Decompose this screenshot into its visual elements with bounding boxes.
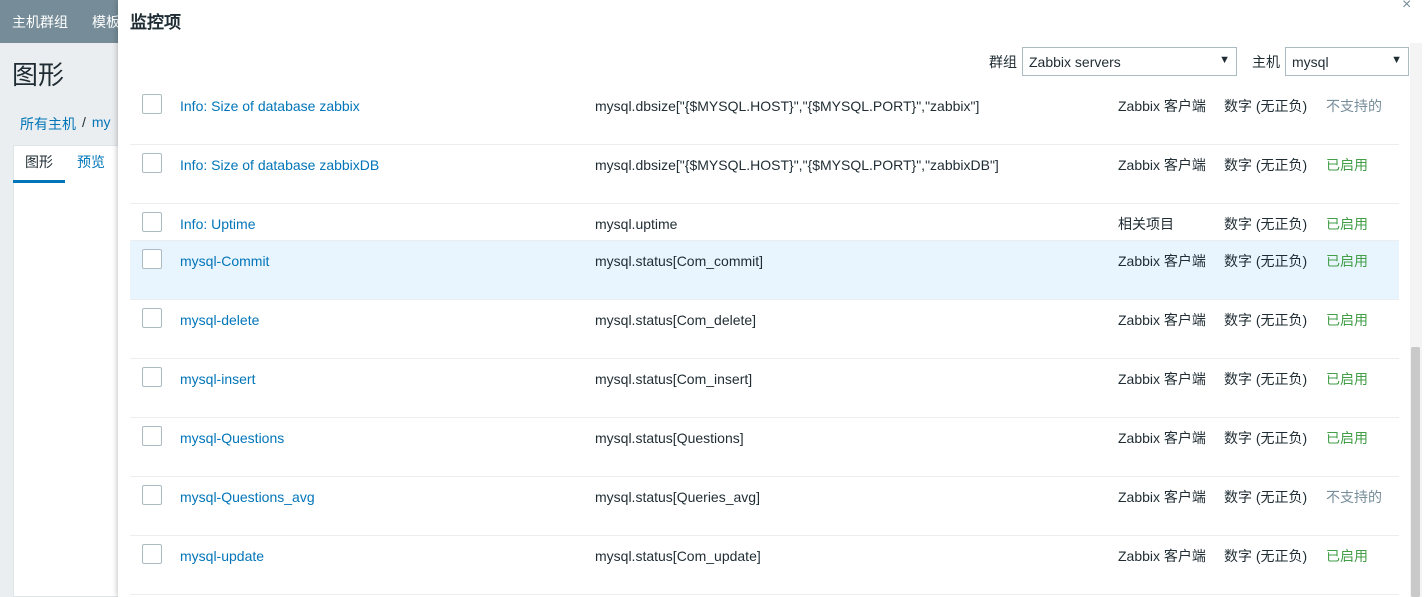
group-select[interactable]: Zabbix servers ▼ [1022,47,1237,76]
item-status[interactable]: 已启用 [1326,309,1368,331]
item-status[interactable]: 不支持的 [1326,95,1382,117]
group-filter: 群组 Zabbix servers ▼ [989,47,1237,76]
item-value-type: 数字 (无正负) [1224,430,1308,446]
group-label: 群组 [989,53,1017,70]
item-value-type: 数字 (无正负) [1224,157,1308,173]
item-name-link[interactable]: mysql-Questions_avg [180,486,315,508]
item-name-link[interactable]: Info: Size of database zabbix [180,95,360,117]
item-value-type: 数字 (无正负) [1224,216,1308,232]
item-status[interactable]: 已启用 [1326,545,1368,567]
scrollbar-thumb[interactable] [1411,347,1420,597]
host-label: 主机 [1252,53,1280,70]
tab-graph[interactable]: 图形 [13,150,65,183]
item-status[interactable]: 已启用 [1326,250,1368,272]
item-status[interactable]: 已启用 [1326,213,1368,235]
item-type: Zabbix 客户端 [1118,430,1206,446]
items-table: Info: Size of database zabbix mysql.dbsiz… [130,86,1399,595]
row-checkbox[interactable] [142,212,162,232]
item-type: Zabbix 客户端 [1118,157,1206,173]
item-key: mysql.status[Com_commit] [595,253,764,269]
group-select-value: Zabbix servers [1029,53,1121,70]
content-panel [13,145,133,597]
item-name-link[interactable]: mysql-delete [180,309,259,331]
breadcrumb: 所有主机 / my [20,114,111,134]
table-row[interactable]: mysql-delete mysql.status[Com_delete] Zabb… [130,300,1399,359]
item-status[interactable]: 已启用 [1326,368,1368,390]
item-key: mysql.uptime [595,216,678,232]
item-name-link[interactable]: mysql-Questions [180,427,284,449]
table-row[interactable]: Info: Uptime mysql.uptime 相关项目 数字 (无正负) 已启用 [130,204,1399,241]
item-status[interactable]: 已启用 [1326,427,1368,449]
items-dialog: 监控项 × 群组 Zabbix servers ▼ 主机 mysql ▼ Inf… [118,0,1425,597]
item-type: 相关项目 [1118,216,1174,232]
item-type: Zabbix 客户端 [1118,489,1206,505]
item-name-link[interactable]: Info: Size of database zabbixDB [180,154,379,176]
close-icon[interactable]: × [1402,0,1411,14]
item-type: Zabbix 客户端 [1118,253,1206,269]
row-checkbox[interactable] [142,94,162,114]
row-checkbox[interactable] [142,308,162,328]
row-checkbox[interactable] [142,544,162,564]
page-title: 图形 [12,60,65,90]
item-value-type: 数字 (无正负) [1224,489,1308,505]
table-row[interactable]: mysql-Questions mysql.status[Questions] Za… [130,418,1399,477]
item-name-link[interactable]: mysql-insert [180,368,255,390]
item-value-type: 数字 (无正负) [1224,371,1308,387]
item-status[interactable]: 不支持的 [1326,486,1382,508]
item-key: mysql.status[Com_insert] [595,371,753,387]
tab-preview[interactable]: 预览 [65,150,117,183]
host-select-value: mysql [1292,53,1329,70]
table-row[interactable]: mysql-update mysql.status[Com_update] Zabb… [130,536,1399,595]
breadcrumb-all-hosts[interactable]: 所有主机 [20,114,76,134]
item-value-type: 数字 (无正负) [1224,98,1308,114]
dropdown-arrow-icon: ▼ [1391,54,1402,66]
row-checkbox[interactable] [142,485,162,505]
item-name-link[interactable]: Info: Uptime [180,213,255,235]
row-checkbox[interactable] [142,367,162,387]
item-status[interactable]: 已启用 [1326,154,1368,176]
item-key: mysql.status[Questions] [595,430,744,446]
table-row[interactable]: mysql-Questions_avg mysql.status[Queries_… [130,477,1399,536]
row-checkbox[interactable] [142,153,162,173]
item-value-type: 数字 (无正负) [1224,548,1308,564]
item-name-link[interactable]: mysql-update [180,545,264,567]
item-value-type: 数字 (无正负) [1224,253,1308,269]
item-name-link[interactable]: mysql-Commit [180,250,269,272]
table-row[interactable]: Info: Size of database zabbixDB mysql.dbs… [130,145,1399,204]
item-type: Zabbix 客户端 [1118,371,1206,387]
item-key: mysql.status[Queries_avg] [595,489,760,505]
row-checkbox[interactable] [142,426,162,446]
table-row[interactable]: Info: Size of database zabbix mysql.dbsiz… [130,86,1399,145]
nav-item-host-groups[interactable]: 主机群组 [0,12,80,32]
item-key: mysql.status[Com_update] [595,548,761,564]
row-checkbox[interactable] [142,249,162,269]
tabs: 图形 预览 [13,150,117,183]
item-key: mysql.dbsize["{$MYSQL.HOST}","{$MYSQL.PO… [595,98,980,114]
breadcrumb-host[interactable]: my [92,114,111,134]
table-row[interactable]: mysql-Commit mysql.status[Com_commit] Zabb… [130,241,1399,300]
item-value-type: 数字 (无正负) [1224,312,1308,328]
item-type: Zabbix 客户端 [1118,312,1206,328]
item-type: Zabbix 客户端 [1118,548,1206,564]
dialog-title: 监控项 [130,13,181,32]
host-select[interactable]: mysql ▼ [1285,47,1409,76]
item-key: mysql.dbsize["{$MYSQL.HOST}","{$MYSQL.PO… [595,157,999,173]
dropdown-arrow-icon: ▼ [1219,54,1230,66]
item-key: mysql.status[Com_delete] [595,312,757,328]
table-row[interactable]: mysql-insert mysql.status[Com_insert] Zabb… [130,359,1399,418]
host-filter: 主机 mysql ▼ [1252,47,1409,76]
breadcrumb-separator: / [82,114,86,130]
item-type: Zabbix 客户端 [1118,98,1206,114]
